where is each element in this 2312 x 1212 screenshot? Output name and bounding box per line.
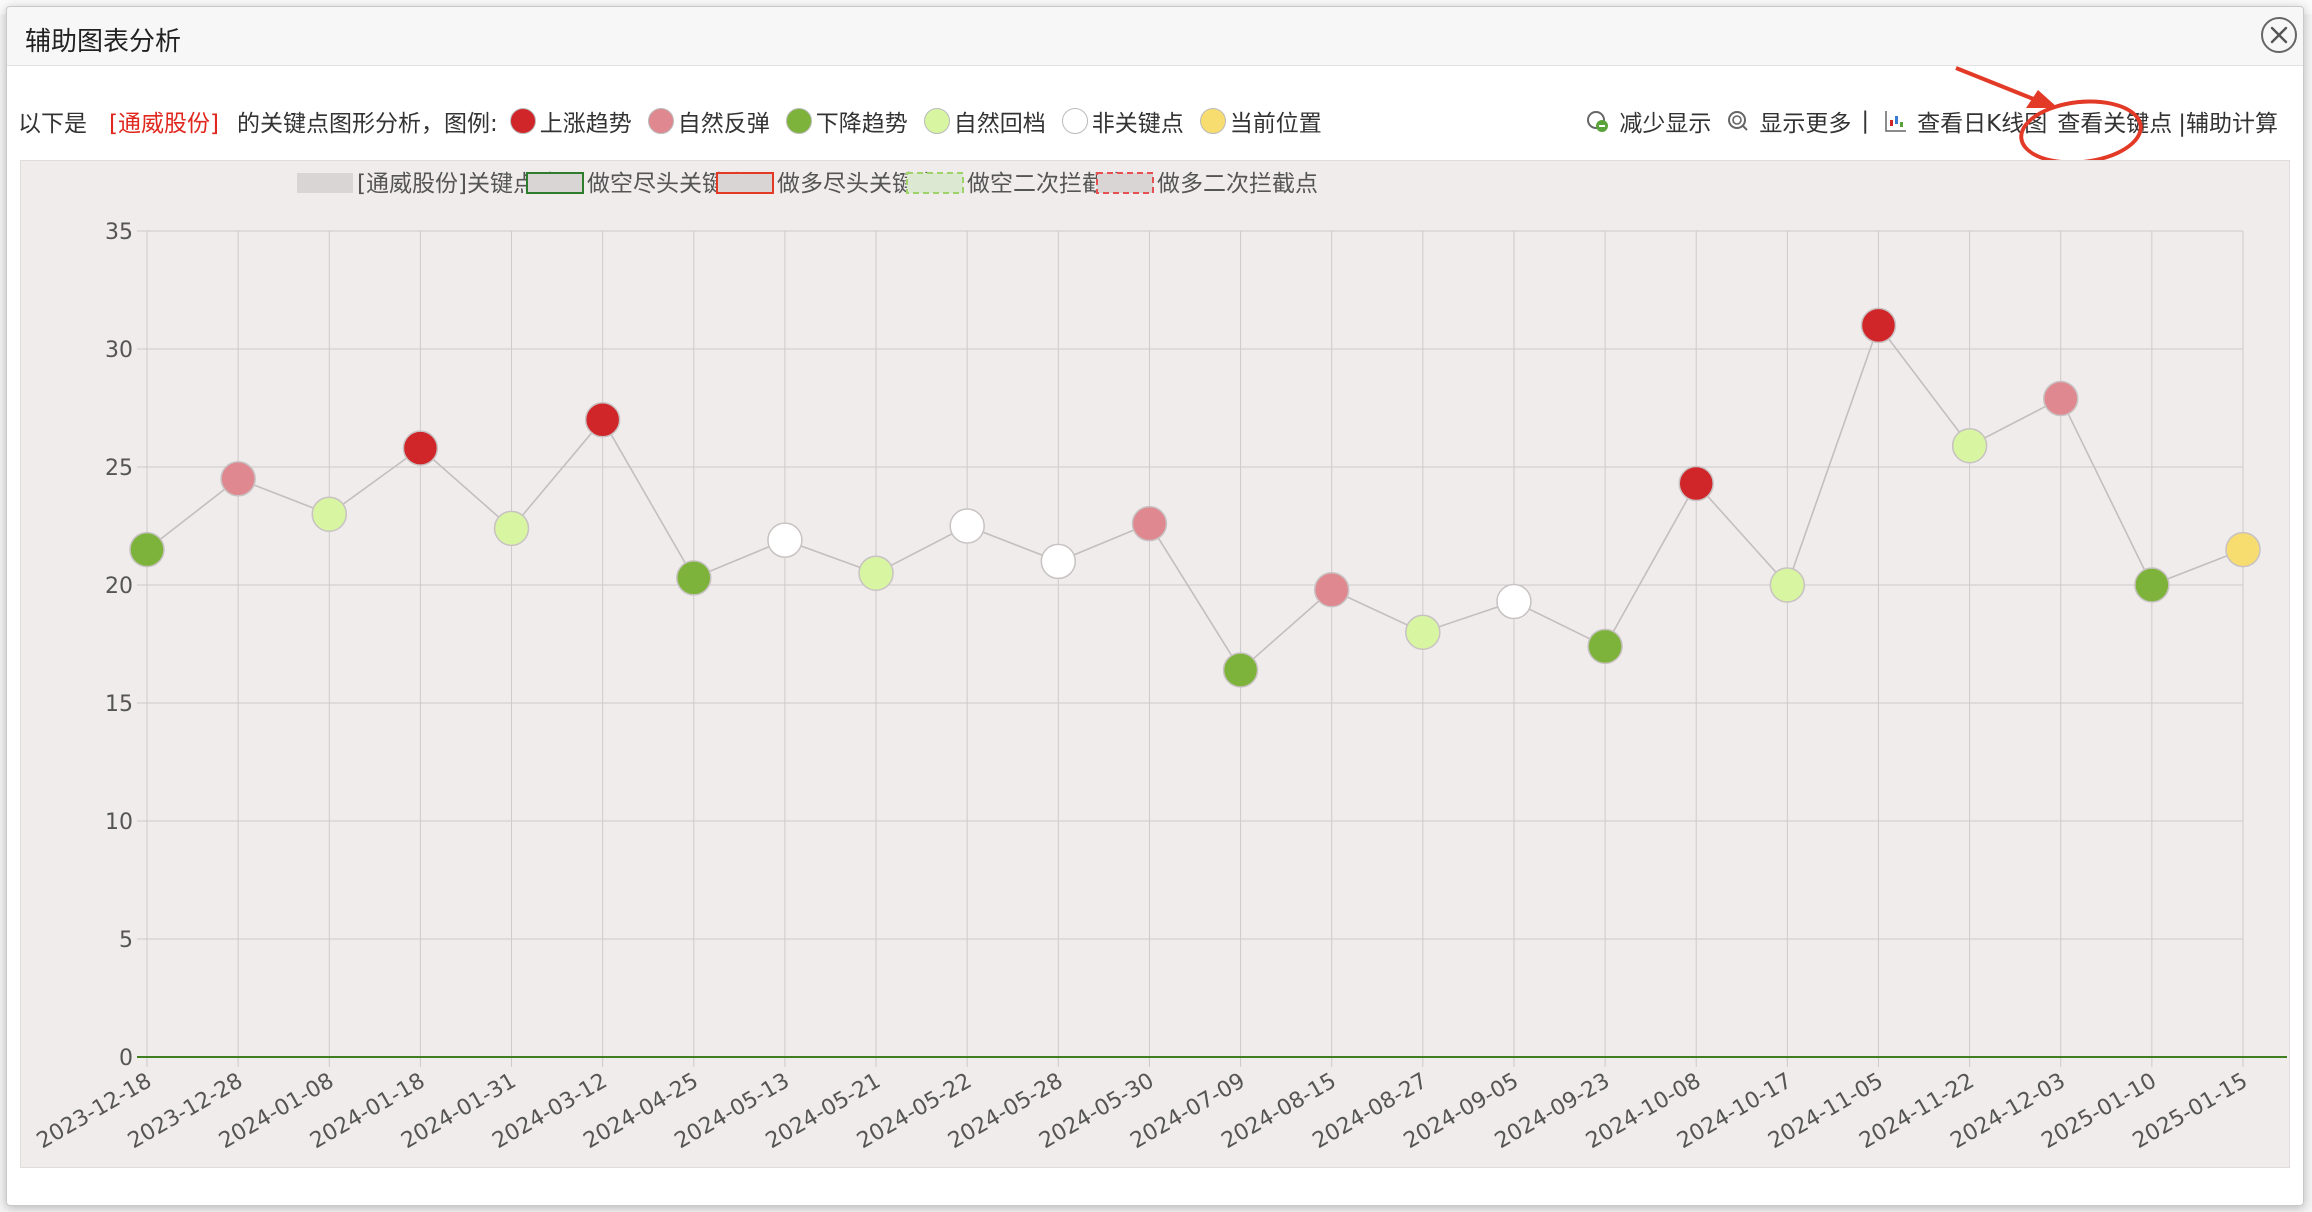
data-point: [676, 560, 712, 596]
legend-item: 下降趋势: [785, 104, 908, 138]
zoom-out-icon: [1587, 111, 1609, 132]
data-point: [1222, 652, 1259, 688]
data-point: [311, 496, 348, 532]
chart-panel: [通威股份]关键点清单 做空尽头关键点 做多尽头关键点 做空二次拦截点 做多二次拦截点 0…: [20, 160, 2290, 1168]
candlestick-chart-icon: [1885, 111, 1907, 132]
y-tick-label: 15: [105, 692, 133, 717]
legend-dot-icon: [1199, 108, 1226, 134]
view-key-points-label: 查看关键点: [2057, 111, 2173, 137]
data-point: [1496, 583, 1532, 620]
y-tick-label: 10: [105, 810, 133, 835]
data-point: [1040, 543, 1077, 580]
intro-prefix: 以下是: [18, 111, 87, 137]
show-less-button[interactable]: 减少显示: [1585, 104, 1711, 138]
legend-dot-icon: [923, 108, 950, 134]
data-point: [2134, 567, 2170, 603]
series-line: [146, 323, 2244, 672]
legend-label: 下降趋势: [815, 111, 908, 137]
legend-item: 自然回档: [923, 104, 1046, 138]
data-point: [767, 522, 803, 558]
legend-item: 自然反弹: [647, 104, 770, 138]
data-point: [2042, 380, 2079, 417]
view-key-points-button[interactable]: 查看关键点: [2057, 104, 2172, 138]
y-tick-label: 25: [105, 456, 133, 481]
aux-calc-label: |辅助计算: [2178, 111, 2278, 137]
chart-legend-swatch: [1096, 172, 1154, 194]
data-point: [1951, 428, 1988, 464]
intro-suffix: 的关键点图形分析，图例:: [236, 111, 498, 137]
close-icon[interactable]: [2261, 17, 2297, 53]
data-point: [584, 402, 621, 438]
data-point: [858, 555, 894, 591]
zoom-in-icon: [1728, 111, 1749, 131]
legend-item: 当前位置: [1199, 104, 1322, 138]
show-less-label: 减少显示: [1619, 111, 1712, 137]
key-points-chart: [通威股份]关键点清单 做空尽头关键点 做多尽头关键点 做空二次拦截点 做多二次拦截点0…: [33, 171, 2287, 1154]
legend-dot-icon: [785, 108, 812, 134]
y-tick-label: 5: [119, 928, 133, 953]
y-tick-label: 30: [105, 338, 133, 363]
chart-legend-swatch: [906, 172, 964, 194]
legend-item: 上涨趋势: [509, 104, 632, 138]
data-point: [1131, 505, 1168, 542]
legend-item: 非关键点: [1061, 104, 1184, 138]
legend-dot-icon: [1061, 108, 1088, 134]
data-point: [1313, 571, 1350, 608]
show-more-button[interactable]: 显示更多: [1725, 104, 1851, 138]
data-point: [1587, 628, 1623, 665]
legend-label: 自然反弹: [677, 111, 770, 137]
data-point: [402, 430, 439, 466]
data-point: [1860, 307, 1897, 344]
legend-label: 上涨趋势: [539, 111, 632, 137]
data-point: [1769, 567, 1806, 603]
data-point: [949, 508, 985, 544]
legend-label: 当前位置: [1229, 111, 1322, 137]
data-point: [493, 510, 530, 547]
data-point: [220, 461, 256, 497]
dialog-title: 辅助图表分析: [25, 27, 182, 57]
dialog-header: 辅助图表分析: [7, 7, 2303, 66]
data-point: [1405, 614, 1441, 650]
chart-legend-swatch: [526, 172, 584, 194]
chart-legend-label: 做多二次拦截点: [1157, 171, 1318, 197]
chart-legend-swatch: [297, 173, 353, 193]
data-point: [2225, 531, 2261, 568]
chart-legend-swatch: [716, 172, 774, 194]
legend-dot-icon: [509, 108, 536, 134]
aux-calc-button[interactable]: |辅助计算: [2178, 104, 2278, 138]
data-point: [1678, 465, 1714, 502]
y-tick-label: 35: [105, 220, 133, 245]
y-tick-label: 0: [119, 1046, 133, 1071]
action-bar: 减少显示 显示更多 | 查看日K线图 查看关键点 |辅助计算: [1571, 103, 2278, 139]
data-point: [129, 531, 165, 568]
show-more-label: 显示更多: [1759, 111, 1852, 137]
legend-label: 非关键点: [1091, 111, 1184, 137]
separator: |: [1861, 108, 1870, 134]
legend-label: 自然回档: [953, 111, 1046, 137]
stock-name: [通威股份]: [109, 111, 219, 137]
legend-dot-icon: [647, 108, 674, 134]
y-tick-label: 20: [105, 574, 133, 599]
annotation-arrow: [1955, 66, 2058, 108]
